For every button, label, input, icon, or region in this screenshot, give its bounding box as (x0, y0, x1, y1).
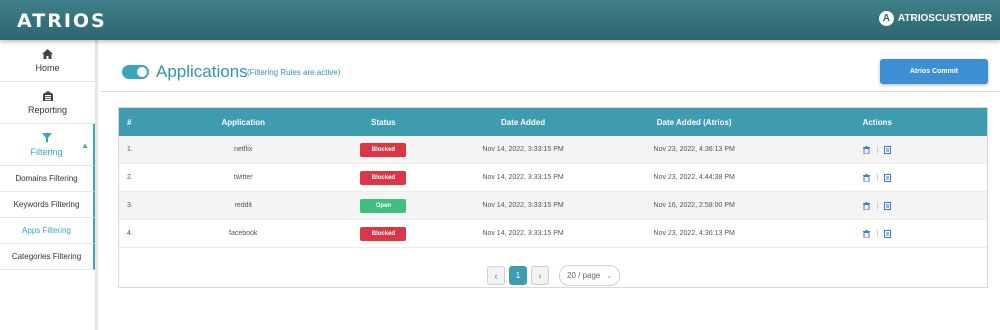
status-badge: Blocked (360, 142, 407, 157)
delete-icon[interactable] (863, 229, 871, 238)
avatar[interactable]: A (878, 11, 894, 26)
date-added-atrios: Nov 23, 2022, 4:36:13 PM (653, 230, 735, 237)
sidebar-subitem-categories-filtering[interactable]: Categories Filtering (0, 244, 95, 270)
action-separator: | (876, 145, 879, 154)
edit-icon[interactable] (884, 145, 892, 154)
action-separator: | (876, 201, 879, 210)
delete-icon[interactable] (863, 201, 871, 210)
status-badge: Blocked (360, 170, 407, 185)
table-row: 3. reddit Open Nov 14, 2022, 3:33:15 PM … (119, 192, 987, 220)
pagination: ‹ 1 › 20 / page ⌄ (487, 265, 620, 286)
home-icon (42, 48, 53, 59)
prev-page-button[interactable]: ‹ (487, 266, 505, 285)
app-logo[interactable]: ATRIOS (17, 10, 107, 32)
status-badge: Open (360, 198, 407, 213)
column-header: # (127, 117, 132, 127)
column-header: Date Added (Atrios) (656, 117, 732, 127)
date-added: Nov 14, 2022, 3:33:15 PM (482, 202, 564, 209)
sidebar-subitem-keywords-filtering[interactable]: Keywords Filtering (0, 192, 95, 218)
main-content: Applications (Filtering Rules are active… (101, 40, 1000, 330)
page-size-select[interactable]: 20 / page ⌄ (559, 265, 620, 286)
sidebar-item-reporting[interactable]: Reporting (0, 82, 95, 124)
date-added: Nov 14, 2022, 3:33:15 PM (482, 230, 564, 237)
edit-icon[interactable] (884, 229, 892, 238)
table-header: # Application Status Date Added Date Add… (119, 108, 987, 136)
page-header: Applications (Filtering Rules are active… (101, 40, 1000, 92)
next-page-button[interactable]: › (531, 266, 549, 285)
top-bar: ATRIOS A ATRIOSCUSTOMER (0, 0, 1000, 40)
page-size-value: 20 / page (567, 271, 601, 280)
column-header: Actions (862, 117, 892, 127)
date-added: Nov 14, 2022, 3:33:15 PM (482, 146, 564, 153)
table-row: 1. netflix Blocked Nov 14, 2022, 3:33:15… (119, 136, 987, 164)
row-number: 4. (127, 230, 133, 237)
date-added: Nov 14, 2022, 3:33:15 PM (482, 174, 564, 181)
action-separator: | (876, 173, 879, 182)
column-header: Status (371, 117, 396, 127)
row-number: 1. (127, 146, 133, 153)
page-subtitle: (Filtering Rules are active) (247, 68, 341, 77)
delete-icon[interactable] (863, 173, 871, 182)
status-badge: Blocked (360, 226, 407, 241)
sidebar-item-home[interactable]: Home (0, 40, 95, 82)
page-title: Applications (156, 62, 248, 81)
column-header: Date Added (501, 117, 546, 127)
row-number: 3. (127, 202, 133, 209)
user-name[interactable]: ATRIOSCUSTOMER (898, 13, 992, 24)
sidebar-item-label: Home (35, 62, 60, 73)
reporting-icon (42, 90, 53, 101)
application-name: twitter (233, 174, 253, 181)
date-added-atrios: Nov 23, 2022, 4:36:13 PM (653, 146, 735, 153)
edit-icon[interactable] (884, 173, 892, 182)
user-menu[interactable]: A ATRIOSCUSTOMER (878, 11, 992, 26)
chevron-down-icon: ⌄ (606, 272, 613, 280)
column-header: Application (221, 117, 265, 127)
action-separator: | (876, 229, 879, 238)
applications-table: # Application Status Date Added Date Add… (118, 107, 988, 288)
date-added-atrios: Nov 23, 2022, 4:44:38 PM (653, 174, 735, 181)
delete-icon[interactable] (863, 145, 871, 154)
sidebar-item-filtering[interactable]: Filtering ▲ (0, 124, 95, 166)
row-number: 2. (127, 174, 133, 181)
chevron-up-icon[interactable]: ▲ (81, 141, 89, 150)
filtering-toggle[interactable] (122, 65, 149, 79)
sidebar-item-label: Reporting (27, 104, 68, 115)
atrios-commit-button[interactable]: Atrios Commit (880, 59, 988, 84)
table-row: 4. facebook Blocked Nov 14, 2022, 3:33:1… (119, 220, 987, 248)
date-added-atrios: Nov 16, 2022, 2:58:00 PM (653, 202, 735, 209)
application-name: reddit (234, 202, 252, 209)
table-row: 2. twitter Blocked Nov 14, 2022, 3:33:15… (119, 164, 987, 192)
sidebar-item-label: Filtering (30, 146, 63, 157)
edit-icon[interactable] (884, 201, 892, 210)
filter-icon (41, 132, 52, 143)
sidebar-subitem-apps-filtering[interactable]: Apps Filtering (0, 218, 95, 244)
sidebar-subitem-domains-filtering[interactable]: Domains Filtering (0, 166, 95, 192)
application-name: netflix (234, 146, 253, 153)
page-number-button[interactable]: 1 (509, 266, 527, 285)
sidebar: Home Reporting Filtering ▲ Domains Filte… (0, 40, 98, 330)
application-name: facebook (229, 230, 258, 237)
